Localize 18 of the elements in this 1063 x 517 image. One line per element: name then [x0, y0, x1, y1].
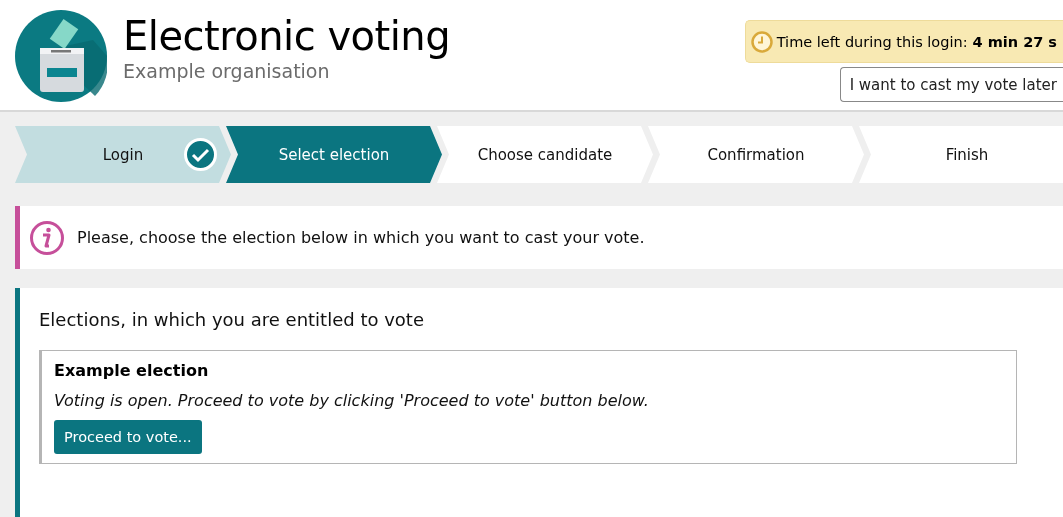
timer-value: 4 min 27 s: [972, 33, 1057, 50]
app-title: Electronic voting: [123, 14, 451, 58]
section-heading: Elections, in which you are entitled to vote: [39, 309, 425, 330]
election-name: Example election: [54, 361, 210, 380]
wizard-step: Confirmation: [648, 126, 864, 183]
clock-icon: [750, 30, 773, 53]
wizard-step: Finish: [859, 126, 1063, 183]
proceed-button[interactable]: Proceed to vote...: [54, 420, 202, 454]
wizard-step: Login: [15, 126, 231, 183]
election-status: Voting is open. Proceed to vote by clicking 'Proceed to vote' button below.: [54, 391, 650, 410]
organisation-name: Example organisation: [123, 60, 331, 82]
vote-later-button[interactable]: I want to cast my vote later: [839, 67, 1063, 102]
info-message: Please, choose the election below in which you want to cast your vote.: [77, 228, 645, 247]
check-icon: [184, 138, 217, 171]
timer-label: Time left during this login:: [776, 33, 968, 50]
wizard-step: Choose candidate: [437, 126, 653, 183]
info-icon: [29, 219, 65, 256]
wizard-step: Select election: [226, 126, 442, 183]
